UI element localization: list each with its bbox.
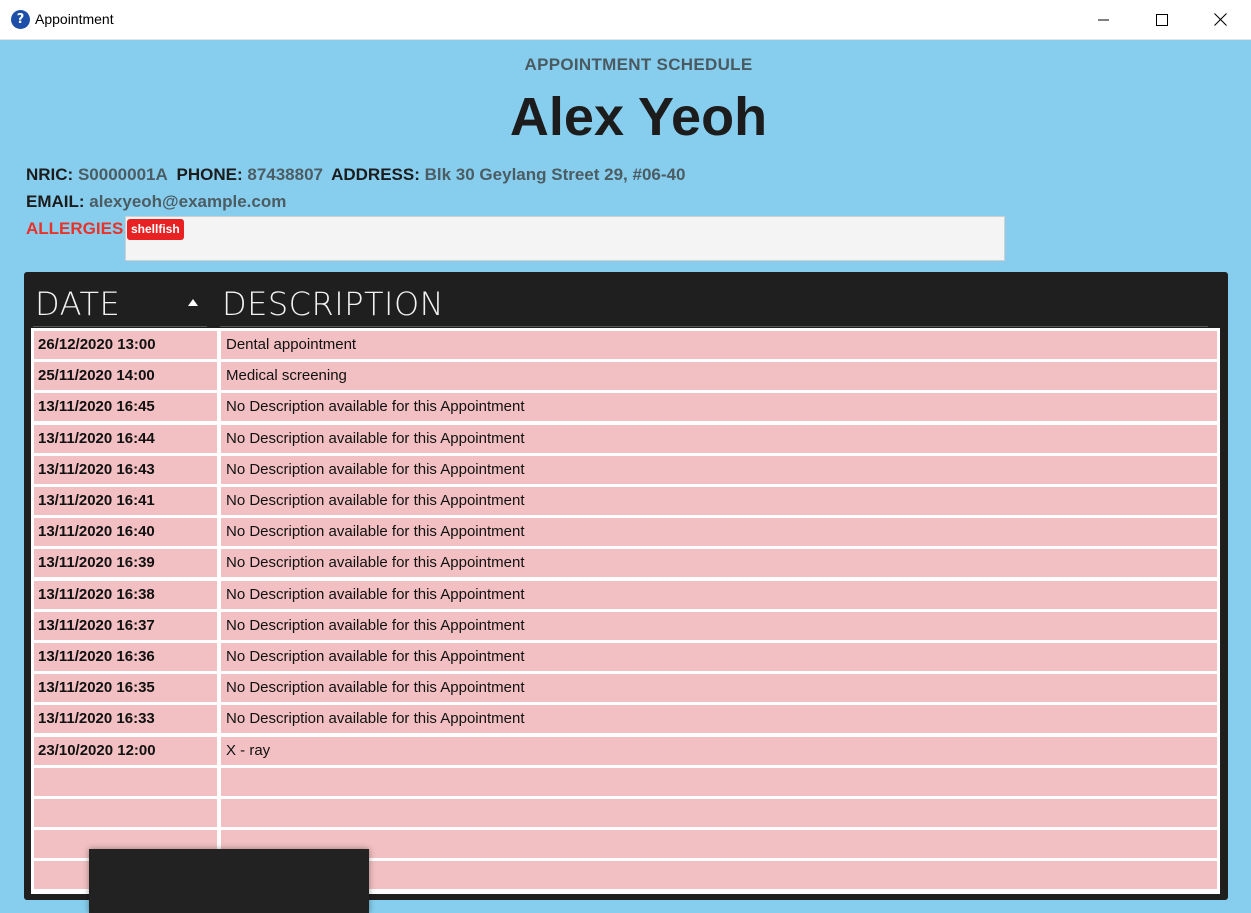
date-cell: 13/11/2020 16:40 [34, 518, 217, 547]
table-row[interactable] [34, 799, 1217, 827]
close-icon [1213, 13, 1227, 26]
table-row[interactable]: 13/11/2020 16:38 No Description available… [34, 580, 1217, 609]
date-cell: 26/12/2020 13:00 [34, 331, 217, 359]
description-cell: No Description available for this Appoin… [221, 455, 1217, 484]
description-cell: No Description available for this Appoin… [221, 580, 1217, 609]
table-row[interactable]: 13/11/2020 16:41 No Description available… [34, 487, 1217, 515]
description-cell: No Description available for this Appoin… [221, 674, 1217, 703]
description-cell: Dental appointment [221, 331, 1217, 359]
date-cell: 13/11/2020 16:43 [34, 455, 217, 484]
date-cell: 13/11/2020 16:45 [34, 393, 217, 422]
overlay-panel [89, 849, 369, 913]
maximize-icon [1156, 13, 1168, 26]
date-cell: 13/11/2020 16:41 [34, 487, 217, 515]
schedule-subtitle: APPOINTMENT SCHEDULE [524, 55, 753, 74]
date-cell: 23/10/2020 12:00 [34, 736, 217, 765]
allergies-label: ALLERGIES: [26, 219, 129, 238]
date-cell [34, 767, 217, 796]
date-cell: 13/11/2020 16:39 [34, 549, 217, 578]
description-cell: No Description available for this Appoin… [221, 611, 1217, 640]
patient-name: Alex Yeoh [509, 87, 768, 147]
allergies-row: ALLERGIES: [26, 219, 129, 239]
description-cell: No Description available for this Appoin… [221, 487, 1217, 515]
patient-info-row: NRIC: S0000001A PHONE: 87438807 ADDRESS:… [26, 165, 689, 185]
help-question-icon: ? [11, 10, 30, 29]
allergy-tag: shellfish [127, 219, 184, 240]
table-row[interactable]: 13/11/2020 16:33 No Description available… [34, 705, 1217, 734]
table-row[interactable]: 13/11/2020 16:37 No Description available… [34, 611, 1217, 640]
email-value: alexyeoh@example.com [89, 192, 287, 211]
description-cell [221, 767, 1217, 796]
table-row[interactable]: 23/10/2020 12:00 X - ray [34, 736, 1217, 765]
nric-label: NRIC: [26, 165, 74, 184]
minimize-button[interactable] [1075, 0, 1133, 39]
table-row[interactable]: 13/11/2020 16:43 No Description available… [34, 455, 1217, 484]
description-cell: X - ray [221, 736, 1217, 765]
appointment-table: DATE DESCRIPTION 26/12/2020 13:00 Dental … [24, 272, 1228, 900]
table-row[interactable]: 13/11/2020 16:39 No Description available… [34, 549, 1217, 578]
column-header-date[interactable]: DATE [35, 284, 120, 324]
header-divider [220, 326, 1208, 327]
header-divider [33, 326, 207, 327]
column-header-description[interactable]: DESCRIPTION [222, 284, 444, 324]
table-row[interactable] [34, 767, 1217, 796]
address-value: Blk 30 Geylang Street 29, #06-40 [424, 165, 686, 184]
phone-label: PHONE: [176, 165, 243, 184]
date-cell: 13/11/2020 16:38 [34, 580, 217, 609]
nric-value: S0000001A [77, 165, 168, 184]
description-cell: No Description available for this Appoin… [221, 424, 1217, 453]
email-label: EMAIL: [26, 192, 85, 211]
description-cell: No Description available for this Appoin… [221, 705, 1217, 734]
table-row[interactable]: 13/11/2020 16:36 No Description available… [34, 643, 1217, 671]
description-cell: No Description available for this Appoin… [221, 643, 1217, 671]
description-cell: No Description available for this Appoin… [221, 549, 1217, 578]
date-cell: 13/11/2020 16:36 [34, 643, 217, 671]
date-cell: 13/11/2020 16:37 [34, 611, 217, 640]
window-title: Appointment [35, 11, 114, 27]
description-cell: No Description available for this Appoin… [221, 393, 1217, 422]
table-row[interactable]: 13/11/2020 16:44 No Description available… [34, 424, 1217, 453]
table-row[interactable]: 13/11/2020 16:45 No Description available… [34, 393, 1217, 422]
address-label: ADDRESS: [331, 165, 420, 184]
patient-email-row: EMAIL: alexyeoh@example.com [26, 192, 290, 212]
date-cell: 13/11/2020 16:35 [34, 674, 217, 703]
table-row[interactable]: 25/11/2020 14:00 Medical screening [34, 362, 1217, 391]
table-body[interactable]: 26/12/2020 13:00 Dental appointment 25/11/… [31, 328, 1220, 894]
minimize-icon [1098, 19, 1109, 20]
description-cell [221, 830, 1217, 859]
phone-value: 87438807 [247, 165, 323, 184]
date-cell: 13/11/2020 16:33 [34, 705, 217, 734]
maximize-button[interactable] [1133, 0, 1191, 39]
sort-ascending-icon[interactable] [188, 299, 198, 306]
table-row[interactable]: 26/12/2020 13:00 Dental appointment [34, 331, 1217, 359]
window-titlebar: ? Appointment [0, 0, 1251, 40]
table-row[interactable]: 13/11/2020 16:35 No Description available… [34, 674, 1217, 703]
description-cell: Medical screening [221, 362, 1217, 391]
date-cell: 25/11/2020 14:00 [34, 362, 217, 391]
date-cell [34, 799, 217, 827]
description-cell [221, 799, 1217, 827]
date-cell: 13/11/2020 16:44 [34, 424, 217, 453]
table-row[interactable]: 13/11/2020 16:40 No Description available… [34, 518, 1217, 547]
allergies-field[interactable]: shellfish [125, 216, 1005, 261]
description-cell: No Description available for this Appoin… [221, 518, 1217, 547]
close-button[interactable] [1191, 0, 1249, 39]
description-cell [221, 861, 1217, 890]
